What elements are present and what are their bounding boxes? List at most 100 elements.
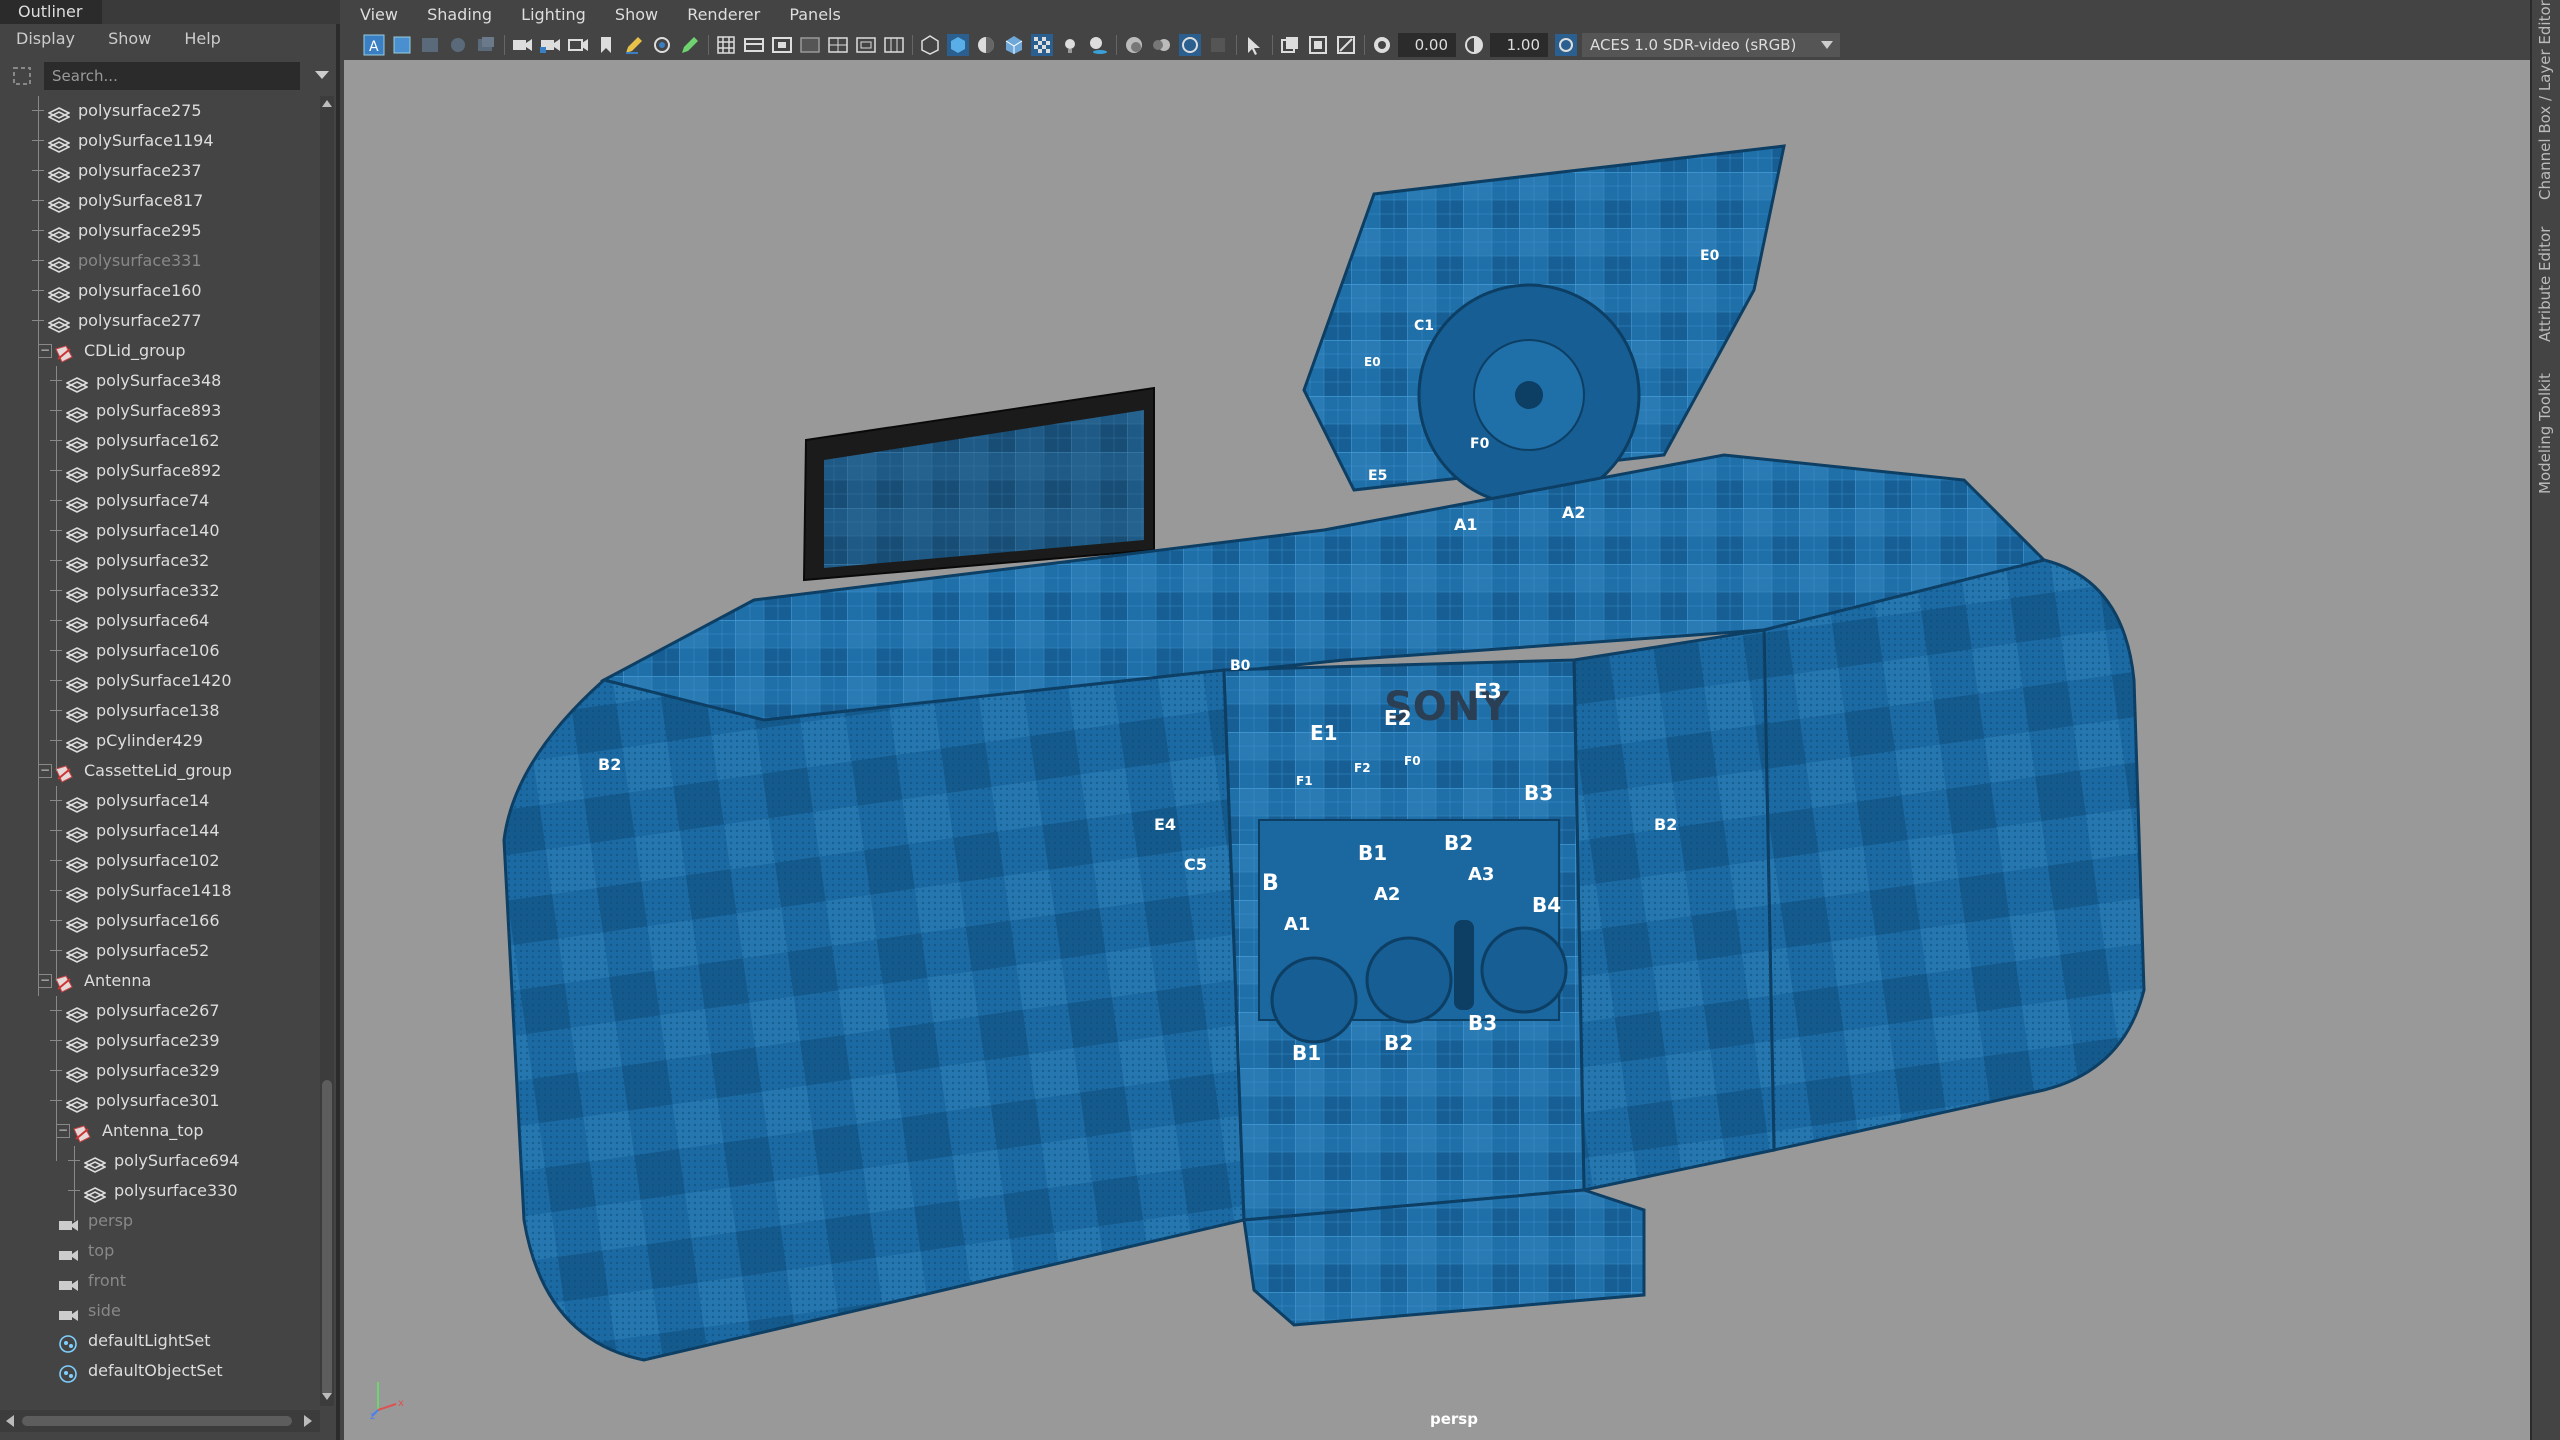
- outliner-menu-show[interactable]: Show: [108, 29, 151, 48]
- scroll-left-arrow-icon[interactable]: [6, 1415, 14, 1427]
- collapse-toggle-icon[interactable]: −: [38, 974, 52, 988]
- outliner-mesh-row[interactable]: polysurface277: [0, 306, 320, 336]
- scrollbar-thumb[interactable]: [322, 1080, 332, 1396]
- outliner-mesh-row[interactable]: polysurface166: [0, 906, 320, 936]
- outliner-camera-row[interactable]: side: [0, 1296, 320, 1326]
- camera-icon[interactable]: [510, 33, 534, 57]
- scroll-down-arrow-icon[interactable]: [322, 1393, 332, 1400]
- 2d-pan-zoom-icon[interactable]: [474, 33, 498, 57]
- outliner-mesh-row[interactable]: polySurface694: [0, 1146, 320, 1176]
- outliner-mesh-row[interactable]: polysurface106: [0, 636, 320, 666]
- search-options-dropdown-icon[interactable]: [310, 66, 334, 88]
- textured-icon[interactable]: [1002, 33, 1026, 57]
- outliner-set-row[interactable]: defaultObjectSet: [0, 1356, 320, 1386]
- resolution-gate-icon[interactable]: [770, 33, 794, 57]
- outliner-mesh-row[interactable]: polysurface14: [0, 786, 320, 816]
- outliner-mesh-row[interactable]: polySurface1194: [0, 126, 320, 156]
- outliner-camera-row[interactable]: top: [0, 1236, 320, 1266]
- outliner-group-row[interactable]: − CDLid_group: [0, 336, 320, 366]
- grease-pencil-icon[interactable]: [622, 33, 646, 57]
- outliner-mesh-row[interactable]: polySurface892: [0, 456, 320, 486]
- viewport-menu-lighting[interactable]: Lighting: [521, 0, 586, 30]
- gate-mask-icon[interactable]: [798, 33, 822, 57]
- color-management-select[interactable]: ACES 1.0 SDR-video (sRGB): [1582, 33, 1840, 57]
- smooth-shade-icon[interactable]: [946, 33, 970, 57]
- motion-blur-icon[interactable]: [1150, 33, 1174, 57]
- outliner-mesh-row[interactable]: polysurface329: [0, 1056, 320, 1086]
- collapse-toggle-icon[interactable]: −: [38, 764, 52, 778]
- outliner-mesh-row[interactable]: polysurface144: [0, 816, 320, 846]
- xray-icon[interactable]: [1278, 33, 1302, 57]
- film-gate-icon[interactable]: [566, 33, 590, 57]
- outliner-mesh-row[interactable]: polySurface1418: [0, 876, 320, 906]
- outliner-mesh-row[interactable]: polysurface301: [0, 1086, 320, 1116]
- filter-icon[interactable]: [12, 66, 34, 86]
- outliner-mesh-row[interactable]: polysurface267: [0, 996, 320, 1026]
- outliner-mesh-row[interactable]: polySurface1420: [0, 666, 320, 696]
- grid-icon[interactable]: [714, 33, 738, 57]
- outliner-title-tab[interactable]: Outliner: [0, 0, 340, 24]
- collapse-toggle-icon[interactable]: −: [56, 1124, 70, 1138]
- select-camera-icon[interactable]: A: [362, 33, 386, 57]
- viewport-menu-renderer[interactable]: Renderer: [687, 0, 760, 30]
- bookmark-camera-icon[interactable]: [594, 33, 618, 57]
- viewport-menu-panels[interactable]: Panels: [789, 0, 841, 30]
- outliner-mesh-row[interactable]: polysurface32: [0, 546, 320, 576]
- outliner-mesh-row[interactable]: polysurface332: [0, 576, 320, 606]
- outliner-mesh-row[interactable]: polysurface160: [0, 276, 320, 306]
- pencil-icon[interactable]: [678, 33, 702, 57]
- viewport-3d[interactable]: SONY E1 E2 E3 F1 F2 F0 B1 B2 B3 B4 B1 B2…: [344, 60, 2530, 1440]
- exposure-icon[interactable]: [1370, 33, 1394, 57]
- bake-icon[interactable]: [650, 33, 674, 57]
- checker-texture-icon[interactable]: [1030, 33, 1054, 57]
- outliner-camera-row[interactable]: persp: [0, 1206, 320, 1236]
- outliner-group-row[interactable]: − CassetteLid_group: [0, 756, 320, 786]
- outliner-mesh-row[interactable]: polysurface275: [0, 96, 320, 126]
- exposure-field[interactable]: 0.00: [1398, 33, 1456, 57]
- lights-icon[interactable]: [1058, 33, 1082, 57]
- outliner-camera-row[interactable]: front: [0, 1266, 320, 1296]
- outliner-mesh-row[interactable]: polysurface162: [0, 426, 320, 456]
- outliner-mesh-row[interactable]: polysurface295: [0, 216, 320, 246]
- wireframe-icon[interactable]: [918, 33, 942, 57]
- image-plane-icon[interactable]: [446, 33, 470, 57]
- scrollbar-thumb-horizontal[interactable]: [22, 1416, 292, 1426]
- outliner-mesh-row[interactable]: polysurface140: [0, 516, 320, 546]
- viewport-menu-show[interactable]: Show: [615, 0, 658, 30]
- outliner-mesh-row[interactable]: polysurface239: [0, 1026, 320, 1056]
- anti-aliasing-icon[interactable]: [1178, 33, 1202, 57]
- outliner-mesh-row[interactable]: polysurface237: [0, 156, 320, 186]
- view-transform-icon[interactable]: [1554, 33, 1578, 57]
- outliner-mesh-row[interactable]: polysurface52: [0, 936, 320, 966]
- outliner-search-input[interactable]: Search...: [44, 62, 300, 90]
- outliner-mesh-row[interactable]: polysurface74: [0, 486, 320, 516]
- isolate-select-icon[interactable]: [1242, 33, 1266, 57]
- field-chart-icon[interactable]: [826, 33, 850, 57]
- shadows-icon[interactable]: [1086, 33, 1110, 57]
- depth-of-field-icon[interactable]: [1206, 33, 1230, 57]
- outliner-horizontal-scrollbar[interactable]: [0, 1410, 320, 1432]
- outliner-mesh-row[interactable]: polysurface64: [0, 606, 320, 636]
- outliner-group-row[interactable]: − Antenna: [0, 966, 320, 996]
- outliner-menu-display[interactable]: Display: [16, 29, 75, 48]
- outliner-menu-help[interactable]: Help: [184, 29, 220, 48]
- outliner-mesh-row[interactable]: pCylinder429: [0, 726, 320, 756]
- viewport-menu-view[interactable]: View: [360, 0, 398, 30]
- outliner-mesh-row[interactable]: polysurface138: [0, 696, 320, 726]
- outliner-group-row[interactable]: − Antenna_top: [0, 1116, 320, 1146]
- camera-attributes-icon[interactable]: [390, 33, 414, 57]
- xray-joints-icon[interactable]: [1306, 33, 1330, 57]
- outliner-mesh-row[interactable]: polysurface330: [0, 1176, 320, 1206]
- bookmark-icon[interactable]: [418, 33, 442, 57]
- safe-title-icon[interactable]: [882, 33, 906, 57]
- boombox-model[interactable]: SONY E1 E2 E3 F1 F2 F0 B1 B2 B3 B4 B1 B2…: [344, 60, 2530, 1440]
- viewport-menu-shading[interactable]: Shading: [427, 0, 492, 30]
- outliner-mesh-row[interactable]: polysurface331: [0, 246, 320, 276]
- outliner-mesh-row[interactable]: polySurface893: [0, 396, 320, 426]
- outliner-mesh-row[interactable]: polysurface102: [0, 846, 320, 876]
- outliner-set-row[interactable]: defaultLightSet: [0, 1326, 320, 1356]
- ambient-occlusion-icon[interactable]: [1122, 33, 1146, 57]
- scroll-up-arrow-icon[interactable]: [322, 100, 332, 107]
- gamma-icon[interactable]: [1462, 33, 1486, 57]
- default-material-icon[interactable]: [974, 33, 998, 57]
